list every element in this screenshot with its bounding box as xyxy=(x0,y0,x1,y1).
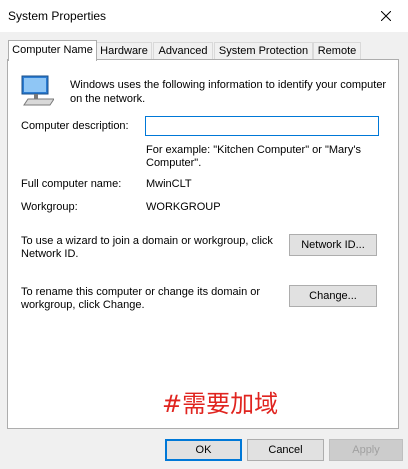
computer-name-panel: Windows uses the following information t… xyxy=(7,59,399,429)
tab-hardware[interactable]: Hardware xyxy=(96,42,152,59)
title-bar: System Properties xyxy=(0,0,408,32)
intro-text: Windows uses the following information t… xyxy=(70,79,387,105)
system-properties-window: System Properties Computer Name Hardware… xyxy=(0,0,408,469)
window-title: System Properties xyxy=(8,9,107,23)
tab-remote[interactable]: Remote xyxy=(313,42,361,59)
example-text: For example: "Kitchen Computer" or "Mary… xyxy=(146,144,361,169)
annotation-text: #需要加域 xyxy=(162,390,279,418)
close-button[interactable] xyxy=(364,0,408,32)
tab-advanced[interactable]: Advanced xyxy=(153,42,213,59)
close-icon xyxy=(381,11,391,21)
rename-text: To rename this computer or change its do… xyxy=(21,286,261,311)
computer-description-input[interactable] xyxy=(145,116,379,136)
full-computer-name-value: MwinCLT xyxy=(146,178,192,190)
tab-system-protection[interactable]: System Protection xyxy=(214,42,313,59)
domain-wizard-text: To use a wizard to join a domain or work… xyxy=(21,235,273,260)
cancel-button[interactable]: Cancel xyxy=(247,439,324,461)
apply-button[interactable]: Apply xyxy=(329,439,403,461)
full-computer-name-label: Full computer name: xyxy=(21,178,122,190)
computer-icon xyxy=(21,75,54,106)
tab-computer-name[interactable]: Computer Name xyxy=(8,40,97,61)
change-button[interactable]: Change... xyxy=(289,285,377,307)
tab-strip: Computer Name Hardware Advanced System P… xyxy=(8,40,400,61)
network-id-button[interactable]: Network ID... xyxy=(289,234,377,256)
workgroup-value: WORKGROUP xyxy=(146,201,221,213)
computer-description-label: Computer description: xyxy=(21,120,129,132)
ok-button[interactable]: OK xyxy=(165,439,242,461)
workgroup-label: Workgroup: xyxy=(21,201,78,213)
